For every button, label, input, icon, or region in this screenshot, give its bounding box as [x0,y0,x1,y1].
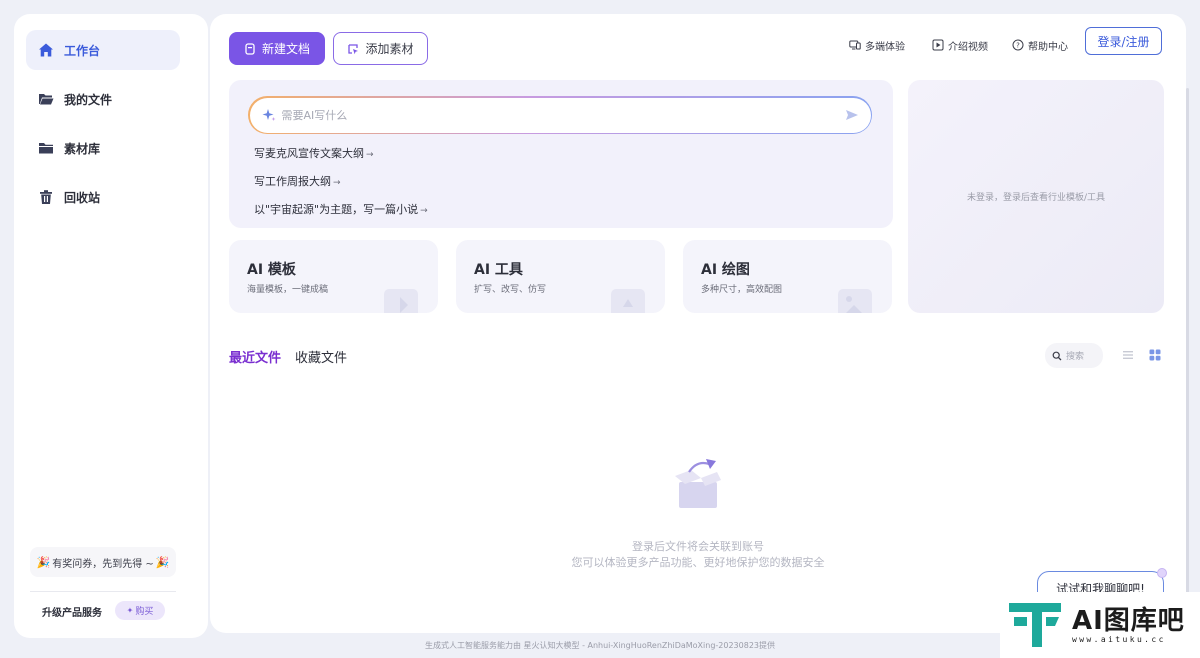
empty-state-line2: 您可以体验更多产品功能、更好地保护您的数据安全 [571,556,825,569]
sidebar: 工作台 我的文件 素材库 回收站 🎉 有奖问券，先到先得 ~ 🎉 升级产品服务 … [14,14,208,638]
home-icon [38,42,54,58]
card-subtitle: 多种尺寸，高效配图 [701,285,783,295]
card-title: AI 绘图 [701,262,750,278]
sidebar-item-label: 我的文件 [64,92,113,107]
party-icon: 🎉 [36,555,51,569]
search-placeholder: 搜索 [1066,352,1085,362]
suggestion-item[interactable]: 以"宇宙起源"为主题，写一篇小说 → [254,201,428,217]
send-icon[interactable] [845,108,859,122]
cursor-icon [347,43,359,55]
sidebar-item-label: 工作台 [64,43,101,58]
suggestion-text: 写麦克风宣传文案大纲 [254,147,364,160]
multi-device-link[interactable]: 多端体验 [849,36,905,54]
play-icon [932,39,944,51]
upgrade-label: 升级产品服务 [42,608,102,619]
tab-favorite-files[interactable]: 收藏文件 [295,347,347,366]
image-icon [838,289,872,313]
sidebar-item-trash[interactable]: 回收站 [26,177,180,217]
add-material-button[interactable]: 添加素材 [333,32,428,65]
empty-box-icon [675,459,721,508]
arrow-right-icon: → [420,206,428,216]
sidebar-item-my-files[interactable]: 我的文件 [26,79,180,119]
industry-templates-panel: 未登录，登录后查看行业模板/工具 [908,80,1164,313]
login-register-button[interactable]: 登录/注册 [1085,27,1162,55]
grid-view-icon[interactable] [1148,348,1162,362]
tools-icon [611,289,645,313]
ai-template-card[interactable]: AI 模板 海量模板，一键成稿 [229,240,438,313]
help-center-link[interactable]: ? 帮助中心 [1012,36,1068,54]
arrow-right-icon: → [366,150,374,160]
watermark-text: AI图库吧 www.aituku.cc [1072,607,1185,644]
suggestion-item[interactable]: 写麦克风宣传文案大纲 → [254,145,374,161]
sparkle-icon [262,108,276,122]
watermark-title: AI图库吧 [1072,605,1185,636]
sidebar-item-workbench[interactable]: 工作台 [26,30,180,70]
scrollbar[interactable] [1186,88,1189,628]
ai-writing-panel: 写麦克风宣传文案大纲→ 写工作周报大纲→ 以"宇宙起源"为主题，写一篇小说→ [229,80,893,228]
folder-icon [38,140,54,156]
empty-state-line1: 登录后文件将会关联到账号 [632,540,764,553]
watermark-logo-icon [1009,603,1061,647]
divider [30,591,176,592]
ai-prompt-input[interactable] [281,108,845,122]
login-prompt-text: 未登录，登录后查看行业模板/工具 [966,193,1106,203]
diamond-icon: ✦ [126,606,134,615]
survey-promo[interactable]: 🎉 有奖问券，先到先得 ~ 🎉 [30,547,176,577]
suggestion-item[interactable]: 写工作周报大纲 → [254,173,341,189]
sidebar-item-label: 回收站 [64,190,101,205]
buy-label: 购买 [135,607,154,617]
party-icon: 🎉 [155,555,170,569]
template-icon [384,289,418,313]
card-subtitle: 扩写、改写、仿写 [474,285,547,295]
trash-icon [38,189,54,205]
intro-video-label: 介绍视频 [948,41,988,53]
card-title: AI 工具 [474,262,523,278]
arrow-right-icon: → [333,178,341,188]
new-document-button[interactable]: 新建文档 [229,32,325,65]
ai-drawing-card[interactable]: AI 绘图 多种尺寸，高效配图 [683,240,892,313]
new-document-label: 新建文档 [261,42,310,56]
file-search-input[interactable]: 搜索 [1045,343,1103,368]
svg-text:?: ? [1016,42,1020,50]
ai-tools-card[interactable]: AI 工具 扩写、改写、仿写 [456,240,665,313]
help-center-label: 帮助中心 [1028,41,1068,53]
main-panel: 新建文档 添加素材 多端体验 介绍视频 ? 帮助中心 登录/注册 需要AI写什么… [210,14,1186,633]
folder-open-icon [38,91,54,107]
search-icon [1052,351,1062,361]
ai-prompt-box [248,96,872,134]
sidebar-item-materials[interactable]: 素材库 [26,128,180,168]
card-title: AI 模板 [247,262,296,278]
list-view-icon[interactable] [1121,348,1135,362]
suggestion-text: 写工作周报大纲 [254,175,331,188]
add-material-label: 添加素材 [365,42,414,56]
watermark-url: www.aituku.cc [1072,634,1166,644]
document-icon [244,42,256,55]
card-subtitle: 海量模板，一键成稿 [247,285,329,295]
promo-text: 有奖问券，先到先得 ~ [52,558,154,570]
help-icon: ? [1012,39,1024,51]
buy-button[interactable]: ✦ 购买 [115,601,165,620]
tab-recent-files[interactable]: 最近文件 [229,347,282,368]
ai-prompt-inner [249,97,871,133]
suggestion-text: 以"宇宙起源"为主题，写一篇小说 [254,203,419,216]
watermark: AI图库吧 www.aituku.cc [1000,592,1200,658]
intro-video-link[interactable]: 介绍视频 [932,36,988,54]
sidebar-item-label: 素材库 [64,141,101,156]
devices-icon [849,39,861,51]
multi-device-label: 多端体验 [865,41,905,53]
